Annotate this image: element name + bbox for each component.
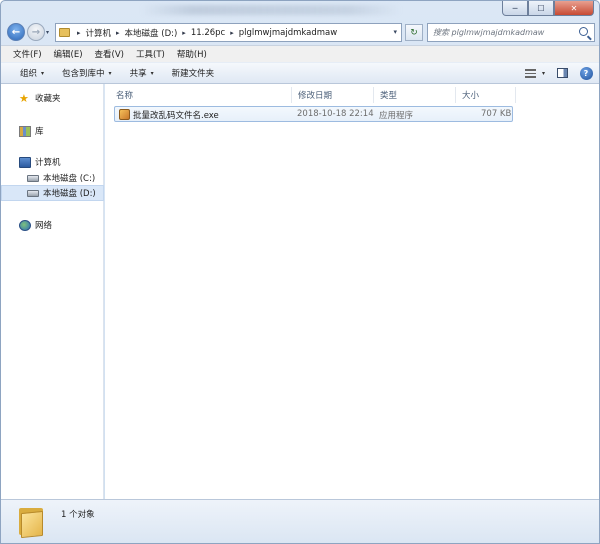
recent-pages-dropdown[interactable]: ▾: [46, 29, 49, 36]
new-folder-label: 新建文件夹: [171, 69, 215, 79]
menu-help[interactable]: 帮助(H): [171, 48, 213, 60]
chevron-down-icon: ▾: [108, 69, 112, 77]
explorer-window: ─ ☐ ✕ ← → ▾ ▸ 计算机 ▸ 本地磁盘 (D:) ▸ 11.26pc …: [0, 0, 600, 544]
menu-edit[interactable]: 编辑(E): [48, 48, 89, 60]
menu-bar: 文件(F) 编辑(E) 查看(V) 工具(T) 帮助(H): [1, 45, 599, 62]
toolbar-right-group: ▾ ?: [514, 66, 593, 80]
column-header-type[interactable]: 类型: [374, 87, 456, 103]
file-name: 批量改乱码文件名.exe: [133, 111, 219, 121]
menu-tools[interactable]: 工具(T): [130, 48, 171, 60]
menu-view[interactable]: 查看(V): [89, 48, 130, 60]
library-icon: [19, 125, 31, 137]
organize-button[interactable]: 组织 ▾: [11, 67, 53, 79]
help-button[interactable]: ?: [579, 66, 593, 80]
column-header-name[interactable]: 名称: [110, 87, 292, 103]
menu-file[interactable]: 文件(F): [7, 48, 48, 60]
network-icon: [19, 219, 31, 231]
address-row: ← → ▾ ▸ 计算机 ▸ 本地磁盘 (D:) ▸ 11.26pc ▸ plgl…: [1, 21, 599, 45]
share-label: 共享: [129, 69, 147, 79]
breadcrumb-drive-d[interactable]: 本地磁盘 (D:): [125, 27, 178, 39]
sidebar-item-label: 网络: [35, 221, 53, 231]
view-options-dropdown[interactable]: ▾: [542, 70, 545, 77]
caption-buttons: ─ ☐ ✕: [502, 1, 594, 16]
forward-button[interactable]: →: [27, 23, 45, 41]
close-button[interactable]: ✕: [554, 1, 594, 16]
include-in-library-label: 包含到库中: [62, 69, 105, 79]
change-view-button[interactable]: [524, 66, 538, 80]
refresh-button[interactable]: ↻: [405, 24, 423, 41]
breadcrumb-computer[interactable]: 计算机: [86, 27, 112, 39]
back-button[interactable]: ←: [7, 23, 25, 41]
file-row[interactable]: 批量改乱码文件名.exe 2018-10-18 22:14 应用程序 707 K…: [114, 106, 513, 122]
star-icon: ★: [19, 91, 29, 105]
sidebar-item-computer[interactable]: 计算机: [1, 154, 104, 170]
column-header-size[interactable]: 大小: [456, 87, 516, 103]
column-header-date[interactable]: 修改日期: [292, 87, 374, 103]
preview-pane-button[interactable]: [555, 66, 569, 80]
file-date: 2018-10-18 22:14: [297, 109, 374, 119]
organize-label: 组织: [20, 69, 38, 79]
share-button[interactable]: 共享 ▾: [121, 67, 163, 79]
refresh-icon: ↻: [410, 27, 418, 38]
views-icon: [525, 68, 537, 78]
file-size: 707 KB: [481, 109, 512, 119]
sidebar-item-network[interactable]: 网络: [1, 217, 104, 233]
sidebar-item-drive-c[interactable]: 本地磁盘 (C:): [1, 170, 104, 186]
navigation-pane: ★ 收藏夹 库 计算机 本地磁盘 (C:) 本地磁盘 (D:) 网络: [1, 84, 104, 499]
application-icon: [119, 109, 130, 120]
sidebar-item-label: 本地磁盘 (D:): [43, 189, 96, 199]
preview-pane-icon: [556, 68, 568, 78]
file-type: 应用程序: [379, 111, 414, 121]
address-dropdown-icon[interactable]: ▾: [393, 28, 397, 36]
sidebar-item-favorites[interactable]: ★ 收藏夹: [1, 90, 104, 106]
computer-icon: [19, 156, 31, 168]
drive-icon: [27, 189, 39, 197]
folder-icon: [59, 28, 70, 37]
title-bar[interactable]: ─ ☐ ✕: [1, 1, 599, 21]
include-in-library-button[interactable]: 包含到库中 ▾: [53, 67, 121, 79]
sidebar-item-libraries[interactable]: 库: [1, 123, 104, 139]
breadcrumb-folder-1126pc[interactable]: 11.26pc: [191, 28, 225, 38]
sidebar-item-drive-d[interactable]: 本地磁盘 (D:): [1, 185, 104, 201]
blurred-title: [141, 5, 401, 15]
new-folder-button[interactable]: 新建文件夹: [163, 67, 224, 79]
file-list: 名称 修改日期 类型 大小 批量改乱码文件名.exe 2018-10-18 22…: [105, 84, 599, 499]
minimize-button[interactable]: ─: [502, 1, 528, 16]
item-count: 1 个对象: [61, 510, 95, 520]
sidebar-item-label: 计算机: [35, 158, 61, 168]
breadcrumb-separator[interactable]: ▸: [182, 29, 186, 37]
breadcrumb-separator[interactable]: ▸: [77, 29, 81, 37]
help-icon: ?: [579, 66, 593, 80]
sidebar-item-label: 本地磁盘 (C:): [43, 174, 96, 184]
maximize-button[interactable]: ☐: [528, 1, 554, 16]
search-icon[interactable]: [579, 27, 588, 36]
address-bar[interactable]: ▸ 计算机 ▸ 本地磁盘 (D:) ▸ 11.26pc ▸ plglmwjmaj…: [55, 23, 402, 42]
sidebar-item-label: 收藏夹: [35, 94, 61, 104]
search-input[interactable]: [428, 24, 576, 41]
search-box[interactable]: [427, 23, 595, 42]
folder-icon: [17, 506, 45, 539]
drive-icon: [27, 174, 39, 182]
sidebar-item-label: 库: [35, 127, 44, 137]
chevron-down-icon: ▾: [150, 69, 154, 77]
chevron-down-icon: ▾: [41, 69, 45, 77]
breadcrumb-separator[interactable]: ▸: [230, 29, 234, 37]
command-toolbar: 组织 ▾ 包含到库中 ▾ 共享 ▾ 新建文件夹 ▾ ?: [1, 62, 599, 84]
breadcrumb-current-folder[interactable]: plglmwjmajdmkadmaw: [239, 28, 337, 38]
details-pane: 1 个对象: [1, 499, 599, 543]
breadcrumb-separator[interactable]: ▸: [116, 29, 120, 37]
